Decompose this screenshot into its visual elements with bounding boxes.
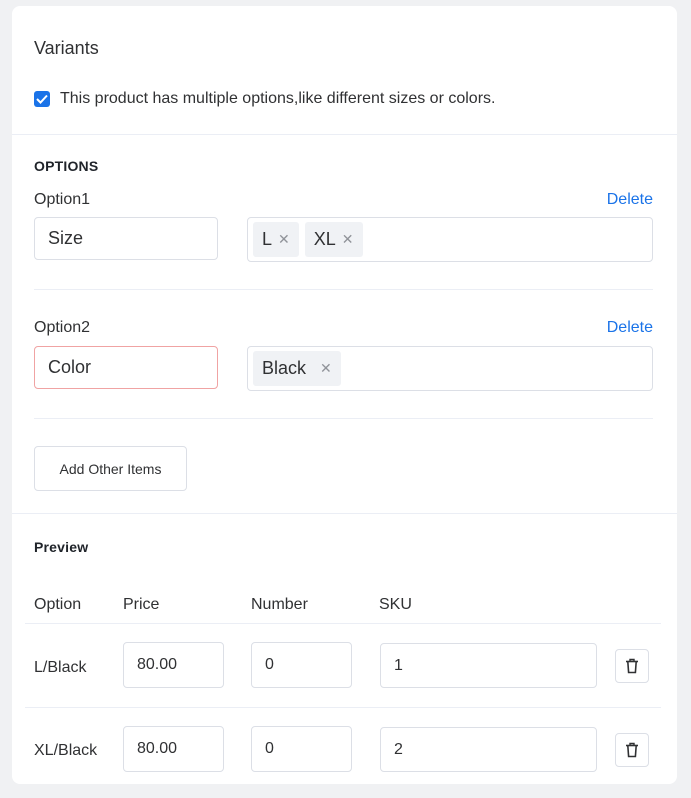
column-header-option: Option [34, 596, 82, 613]
variants-card: Variants This product has multiple optio… [12, 6, 677, 784]
row1-sku-value: 1 [394, 656, 403, 674]
column-header-number: Number [251, 596, 308, 613]
row2-number-value: 0 [265, 740, 274, 757]
option1-delete-link[interactable]: Delete [607, 191, 653, 209]
column-header-price: Price [123, 596, 160, 613]
row2-sku-input[interactable]: 2 [380, 727, 597, 772]
close-icon[interactable]: ✕ [342, 231, 354, 248]
row1-sku-input[interactable]: 1 [380, 643, 597, 688]
row1-price-value: 80.00 [137, 656, 178, 673]
option2-value-tag: Black ✕ [253, 351, 341, 386]
tag-label: XL [313, 229, 336, 249]
row1-option: L/Black [34, 659, 87, 676]
tag-label: Black [262, 358, 307, 378]
option1-value-tag: XL ✕ [304, 222, 363, 257]
table-row-divider [25, 707, 661, 708]
multiple-options-row[interactable]: This product has multiple options,like d… [34, 90, 495, 108]
option1-value-tag: L ✕ [253, 222, 299, 257]
trash-icon [626, 658, 638, 674]
option2-delete-link[interactable]: Delete [607, 319, 653, 337]
table-row-divider [25, 623, 661, 624]
row1-price-input[interactable]: 80.00 [123, 642, 224, 688]
card-title: Variants [34, 38, 99, 58]
checkmark-icon [36, 94, 48, 104]
options-section: OPTIONS Option1 Delete Size L ✕ XL ✕ Opt… [12, 135, 677, 514]
option2-label: Option2 [34, 319, 91, 336]
options-heading: OPTIONS [34, 158, 99, 174]
multiple-options-label: This product has multiple options,like d… [60, 90, 496, 107]
row2-price-value: 80.00 [137, 740, 178, 757]
column-header-sku: SKU [379, 596, 412, 613]
option2-name-input[interactable]: Color [34, 346, 218, 389]
row1-delete-button[interactable] [615, 649, 649, 683]
preview-section: Preview Option Price Number SKU L/Black … [12, 514, 677, 784]
close-icon[interactable]: ✕ [320, 360, 332, 377]
option2-values-input[interactable]: Black ✕ [247, 346, 653, 391]
row2-delete-button[interactable] [615, 733, 649, 767]
multiple-options-checkbox[interactable] [34, 91, 50, 107]
trash-icon [626, 742, 638, 758]
row1-number-value: 0 [265, 656, 274, 673]
option1-name-input[interactable]: Size [34, 217, 218, 260]
row2-price-input[interactable]: 80.00 [123, 726, 224, 772]
variants-section: Variants This product has multiple optio… [12, 6, 677, 135]
preview-heading: Preview [34, 539, 89, 555]
option1-values-input[interactable]: L ✕ XL ✕ [247, 217, 653, 262]
row1-number-input[interactable]: 0 [251, 642, 352, 688]
option1-name-value: Size [48, 228, 84, 248]
close-icon[interactable]: ✕ [278, 231, 290, 248]
row2-number-input[interactable]: 0 [251, 726, 352, 772]
row2-option: XL/Black [34, 742, 98, 759]
row2-sku-value: 2 [394, 740, 403, 758]
option1-label: Option1 [34, 191, 91, 208]
option-divider [34, 418, 653, 419]
option-divider [34, 289, 653, 290]
tag-label: L [262, 229, 273, 249]
option2-name-value: Color [48, 357, 92, 377]
add-other-items-button[interactable]: Add Other Items [34, 446, 187, 491]
